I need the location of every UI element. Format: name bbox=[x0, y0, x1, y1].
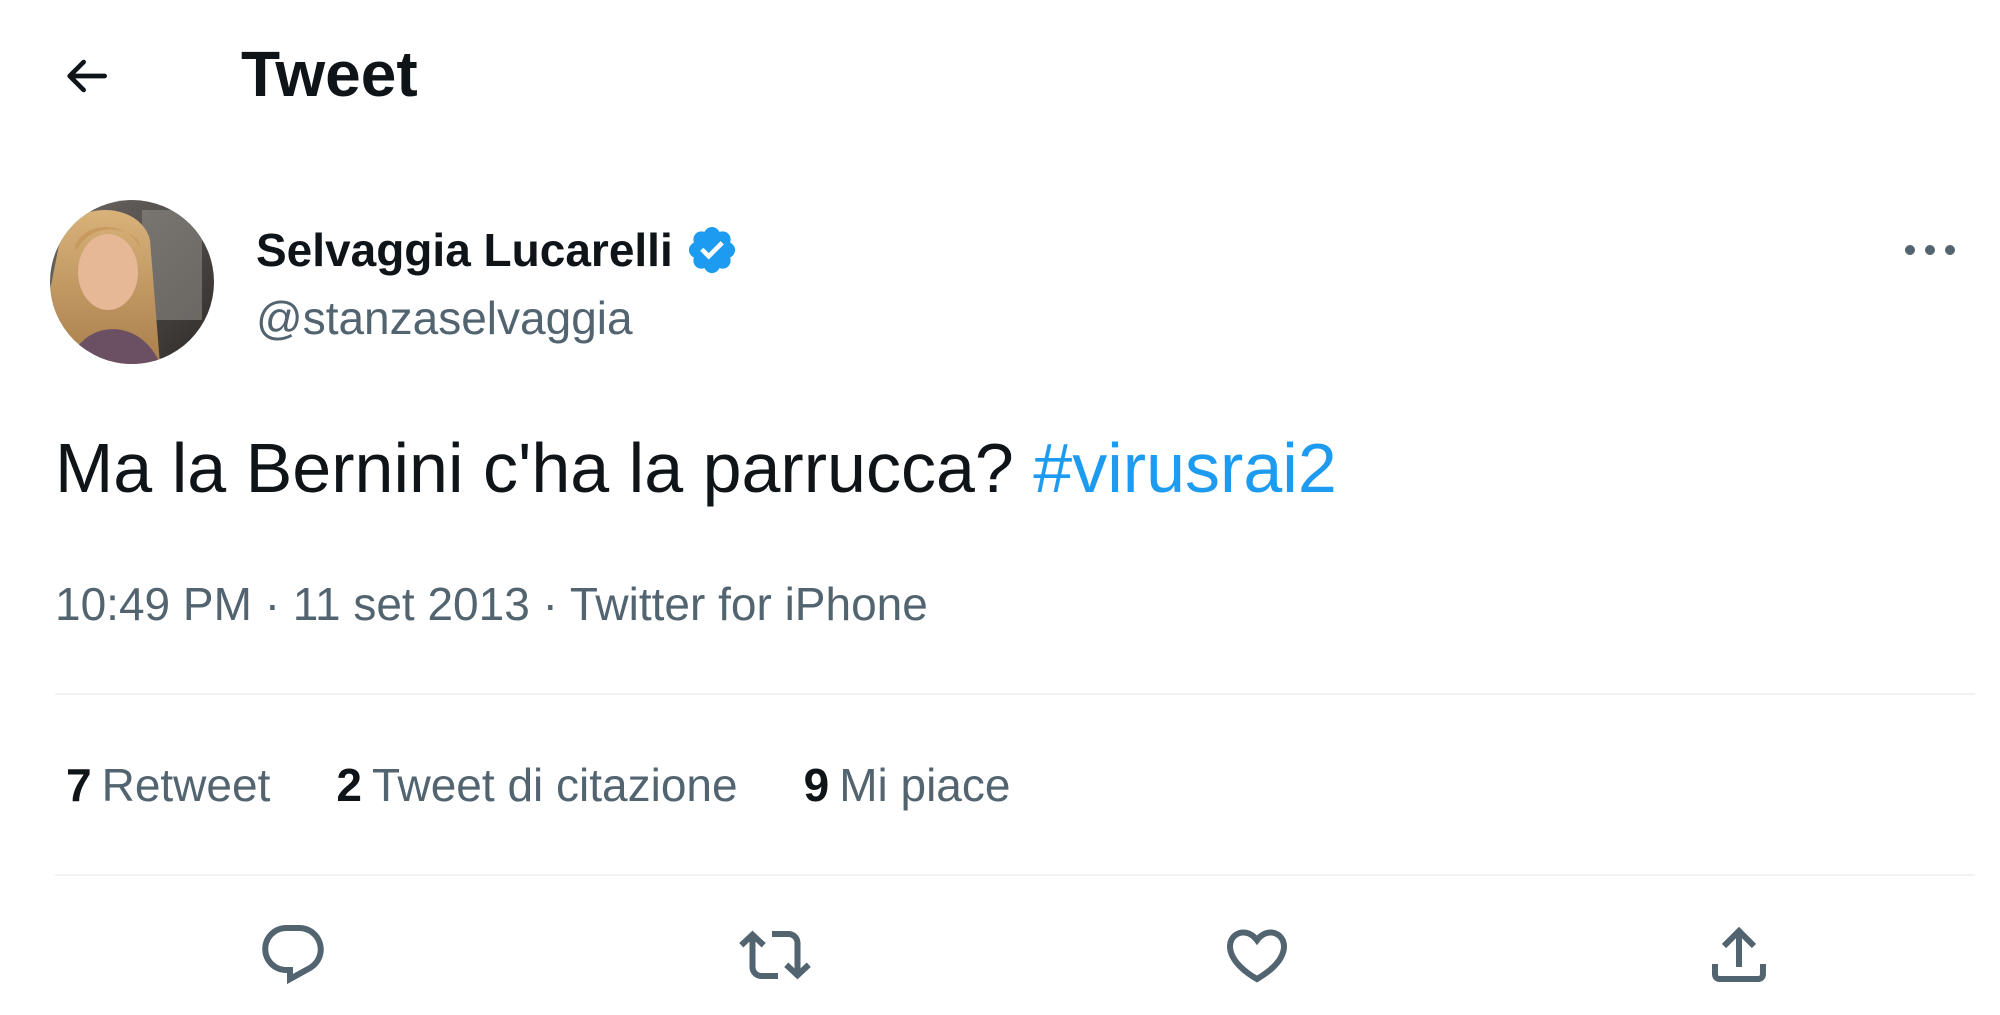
divider bbox=[55, 693, 1975, 695]
tweet-metadata: 10:49 PM · 11 set 2013 · Twitter for iPh… bbox=[55, 574, 928, 634]
arrow-left-icon bbox=[67, 59, 107, 93]
meta-separator: · bbox=[542, 578, 558, 630]
page-title: Tweet bbox=[241, 38, 418, 110]
retweet-icon bbox=[739, 930, 811, 980]
ellipsis-icon bbox=[1905, 245, 1955, 255]
author-name-link[interactable]: Selvaggia Lucarelli bbox=[256, 218, 741, 282]
author-handle[interactable]: @stanzaselvaggia bbox=[256, 288, 633, 348]
likes-stat[interactable]: 9 Mi piace bbox=[804, 755, 1011, 815]
hashtag-link[interactable]: #virusrai2 bbox=[1033, 429, 1336, 507]
page-header: Tweet bbox=[0, 0, 2000, 150]
tweet-date[interactable]: 11 set 2013 bbox=[293, 578, 530, 630]
tweet-author: Selvaggia Lucarelli @stanzaselvaggia bbox=[50, 200, 1970, 370]
meta-separator: · bbox=[264, 578, 281, 630]
retweets-count: 7 bbox=[66, 759, 92, 811]
tweet-text: Ma la Bernini c'ha la parrucca? #virusra… bbox=[55, 425, 1337, 511]
tweet-body: Ma la Bernini c'ha la parrucca? bbox=[55, 429, 1014, 507]
tweet-actions bbox=[0, 910, 2000, 1010]
tweet-stats: 7 Retweet 2 Tweet di citazione 9 Mi piace bbox=[66, 755, 1076, 815]
quotes-label: Tweet di citazione bbox=[371, 759, 738, 811]
reply-button[interactable] bbox=[248, 910, 338, 1000]
like-icon bbox=[1226, 929, 1288, 983]
like-button[interactable] bbox=[1212, 910, 1302, 1000]
quotes-count: 2 bbox=[336, 759, 362, 811]
retweet-button[interactable] bbox=[730, 910, 820, 1000]
reply-icon bbox=[262, 925, 324, 985]
verified-badge-icon bbox=[685, 222, 741, 278]
retweets-label: Retweet bbox=[101, 759, 271, 811]
tweet-source[interactable]: Twitter for iPhone bbox=[570, 578, 928, 630]
divider bbox=[55, 874, 1975, 876]
quotes-stat[interactable]: 2 Tweet di citazione bbox=[336, 755, 737, 815]
more-options-button[interactable] bbox=[1890, 218, 1970, 282]
share-icon bbox=[1712, 926, 1766, 982]
display-name: Selvaggia Lucarelli bbox=[256, 224, 673, 276]
likes-label: Mi piace bbox=[839, 759, 1011, 811]
avatar[interactable] bbox=[50, 200, 214, 364]
retweets-stat[interactable]: 7 Retweet bbox=[66, 755, 270, 815]
tweet-time[interactable]: 10:49 PM bbox=[55, 578, 252, 630]
back-button[interactable] bbox=[40, 30, 132, 122]
likes-count: 9 bbox=[803, 759, 830, 811]
share-button[interactable] bbox=[1694, 910, 1784, 1000]
